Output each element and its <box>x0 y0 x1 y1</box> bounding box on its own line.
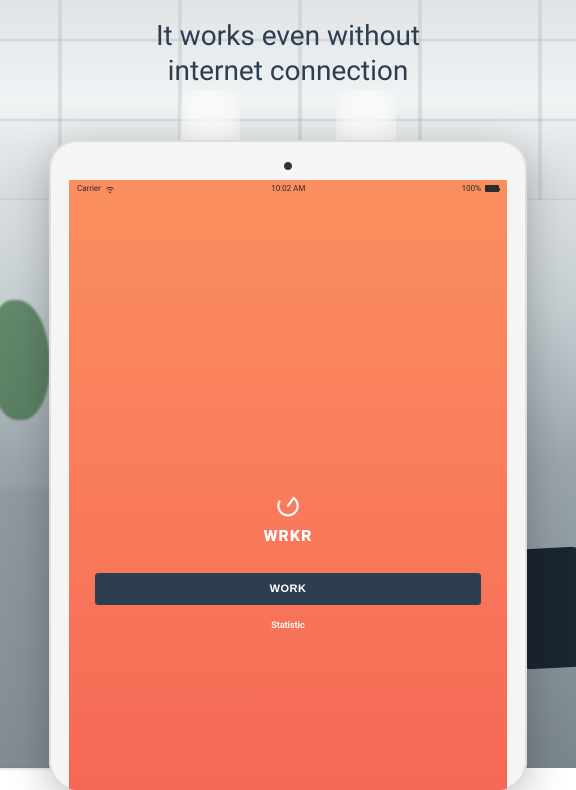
tablet-screen: Carrier 10:02 AM 100% <box>69 180 507 790</box>
office-plant <box>0 300 50 420</box>
timer-icon <box>274 490 302 518</box>
headline-line-1: It works even without <box>156 19 420 52</box>
app-content: WRKR WORK Statistic <box>69 180 507 790</box>
statistic-link[interactable]: Statistic <box>271 621 304 631</box>
work-button[interactable]: WORK <box>95 573 480 605</box>
marketing-headline: It works even without internet connectio… <box>0 18 576 88</box>
headline-line-2: internet connection <box>168 54 409 87</box>
tablet-device-frame: Carrier 10:02 AM 100% <box>49 140 527 790</box>
app-logo-text: WRKR <box>264 526 313 545</box>
